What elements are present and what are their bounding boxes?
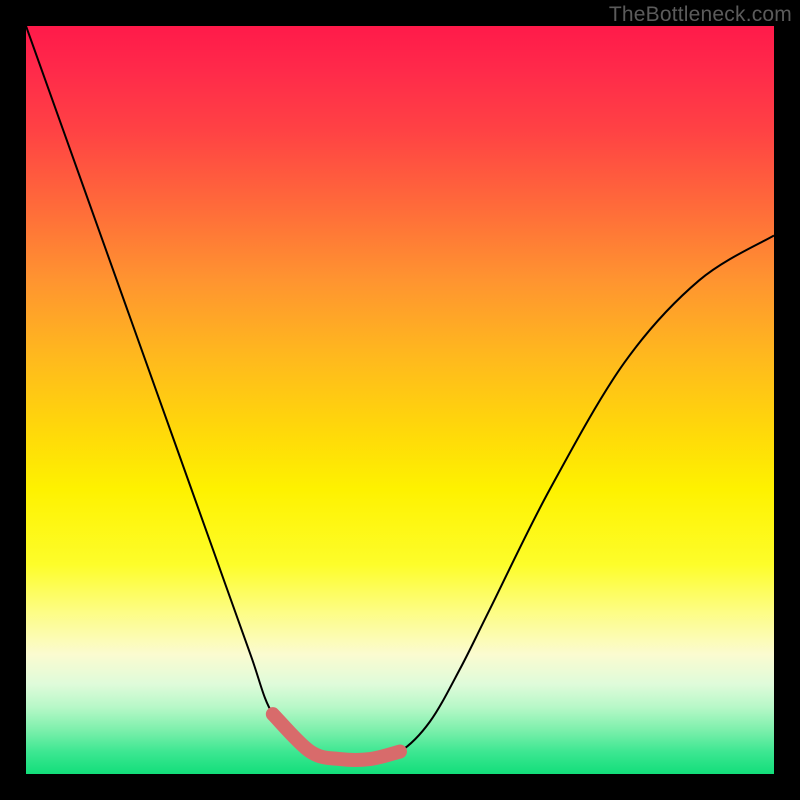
optimal-range-highlight [273,714,400,760]
chart-svg [26,26,774,774]
watermark-text: TheBottleneck.com [609,3,792,27]
bottleneck-curve [26,26,774,760]
chart-frame: TheBottleneck.com [0,0,800,800]
plot-area [26,26,774,774]
